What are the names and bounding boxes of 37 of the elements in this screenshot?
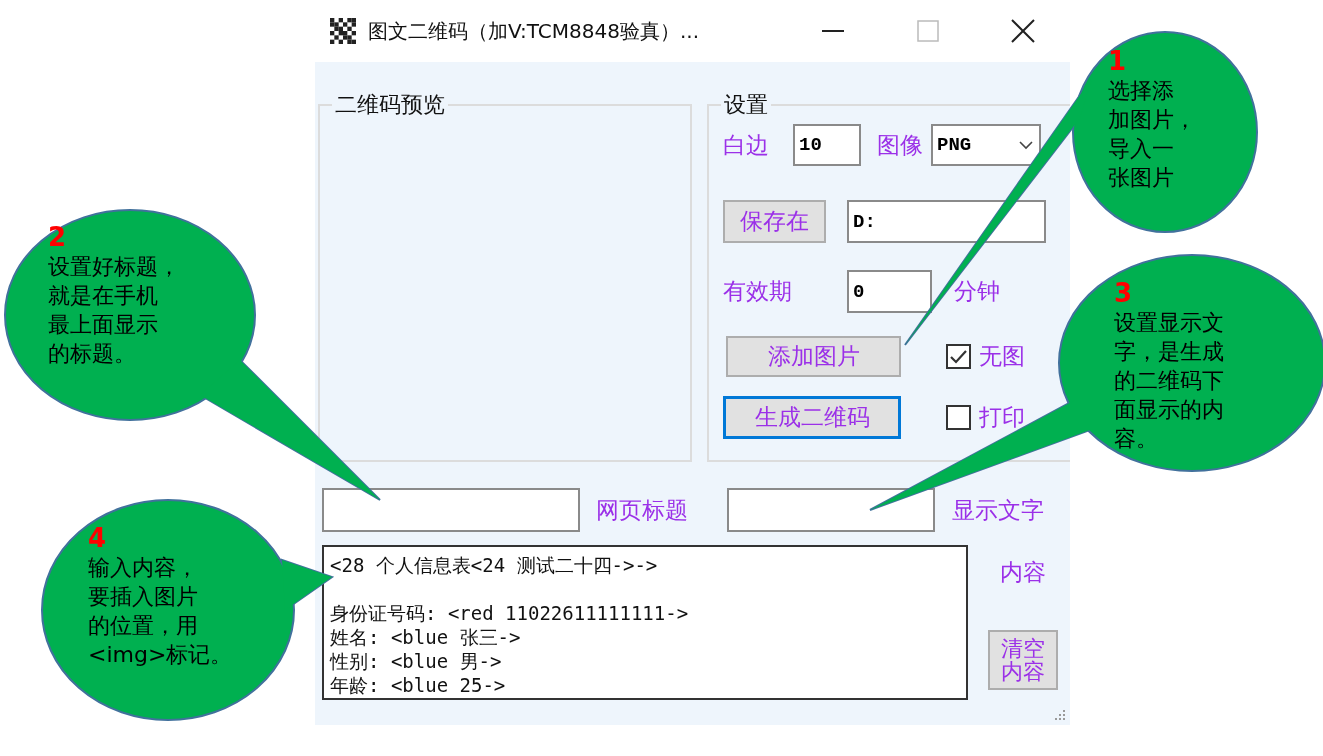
checkbox[interactable] bbox=[946, 405, 971, 430]
field-label: 图像 bbox=[877, 130, 923, 160]
field-label: 显示文字 bbox=[952, 495, 1044, 525]
resize-grip-icon[interactable] bbox=[1052, 707, 1066, 721]
callout-text: 输入内容， 要插入图片 的位置，用 <img>标记。 bbox=[88, 554, 233, 669]
callout-text: 设置显示文 字，是生成 的二维码下 面显示的内 容。 bbox=[1114, 309, 1224, 453]
page-title-field[interactable] bbox=[322, 488, 580, 532]
field-label: 内容 bbox=[1000, 558, 1046, 587]
checkbox[interactable] bbox=[946, 344, 971, 369]
format-dropdown[interactable]: PNG bbox=[931, 124, 1041, 166]
unit-label: 分钟 bbox=[954, 277, 1000, 306]
callout-number: 3 bbox=[1114, 278, 1133, 308]
checkbox-label: 无图 bbox=[979, 342, 1025, 371]
field-label: 网页标题 bbox=[596, 495, 689, 525]
generate-qr-button[interactable]: 生成二维码 bbox=[723, 396, 901, 439]
chevron-down-icon bbox=[1019, 140, 1033, 150]
callout-number: 4 bbox=[88, 523, 107, 553]
clear-content-button[interactable]: 清空内容 bbox=[988, 630, 1058, 690]
save-location-button[interactable]: 保存在 bbox=[723, 200, 826, 243]
group-label: 设置 bbox=[723, 91, 769, 119]
field-label: 白边 bbox=[723, 130, 770, 160]
callout-number: 2 bbox=[48, 222, 67, 252]
qr-code-icon bbox=[330, 18, 356, 44]
close-icon[interactable] bbox=[1010, 18, 1036, 44]
window-title: 图文二维码（加V:TCM8848验真）... bbox=[368, 17, 701, 45]
save-path-field[interactable]: D: bbox=[847, 200, 1046, 243]
display-text-field[interactable] bbox=[727, 488, 935, 532]
add-image-button[interactable]: 添加图片 bbox=[726, 336, 901, 377]
margin-field[interactable]: 10 bbox=[793, 124, 861, 166]
field-label: 有效期 bbox=[723, 277, 793, 306]
content-field[interactable]: <28 个人信息表<24 测试二十四->-> 身份证号码: <red 11022611111111-> 姓名: <blue 张三-> 性别: <blue 男-> 年龄: <blue 25-> bbox=[322, 545, 968, 700]
callout-number: 1 bbox=[1108, 46, 1127, 76]
checkbox-label: 打印 bbox=[979, 403, 1025, 432]
callout-text: 设置好标题， 就是在手机 最上面显示 的标题。 bbox=[48, 253, 180, 368]
callout-text: 选择添 加图片， 导入一 张图片 bbox=[1108, 77, 1196, 192]
expiry-field[interactable]: 0 bbox=[847, 270, 932, 313]
group-label: 二维码预览 bbox=[334, 91, 446, 119]
